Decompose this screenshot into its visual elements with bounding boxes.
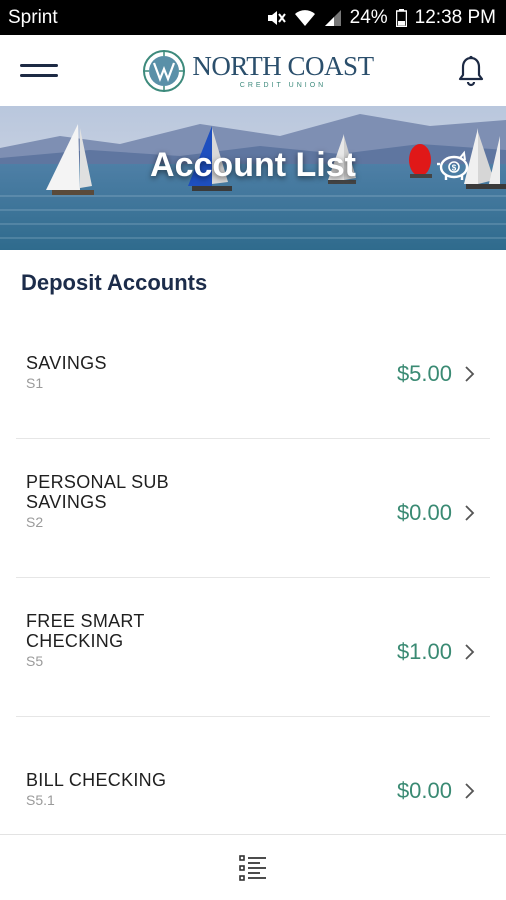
carrier-label: Sprint <box>8 6 58 28</box>
account-row-savings[interactable]: SAVINGS S1 $5.00 <box>0 300 506 439</box>
account-row-free-smart-checking[interactable]: FREE SMART CHECKING S5 $1.00 <box>0 578 506 717</box>
battery-icon <box>395 8 407 27</box>
logo-name: NORTH COAST <box>192 50 374 81</box>
account-balance: $1.00 <box>396 639 452 664</box>
status-bar: Sprint 24% 12:38 PM <box>0 0 506 35</box>
chevron-right-icon <box>465 644 475 660</box>
account-balance: $5.00 <box>396 361 452 386</box>
account-id: S5.1 <box>26 792 55 808</box>
account-list-banner: Account List $ <box>0 106 506 250</box>
bell-icon[interactable] <box>456 55 486 87</box>
account-balance: $0.00 <box>396 778 452 803</box>
chevron-right-icon <box>465 366 475 382</box>
app-header: NORTH COAST CREDIT UNION <box>0 35 506 106</box>
section-title: Deposit Accounts <box>21 270 208 295</box>
account-id: S1 <box>26 375 44 391</box>
chevron-right-icon <box>465 505 475 521</box>
status-icons: 24% 12:38 PM <box>266 7 496 29</box>
chevron-right-icon <box>465 783 475 799</box>
battery-percent: 24% <box>349 6 388 28</box>
bottom-bar <box>0 834 506 900</box>
account-id: S2 <box>26 514 44 530</box>
signal-icon <box>324 9 341 26</box>
svg-text:$: $ <box>452 164 457 173</box>
account-balance: $0.00 <box>396 500 452 525</box>
account-name: PERSONAL SUB SAVINGS <box>26 472 169 512</box>
logo-compass-icon <box>143 49 186 92</box>
clock: 12:38 PM <box>414 6 496 28</box>
logo: NORTH COAST CREDIT UNION <box>142 49 374 93</box>
account-name: SAVINGS <box>26 353 107 373</box>
list-icon[interactable] <box>239 854 267 881</box>
account-row-personal-sub-savings[interactable]: PERSONAL SUB SAVINGS S2 $0.00 <box>0 439 506 578</box>
account-id: S5 <box>26 653 44 669</box>
wifi-icon <box>294 9 315 26</box>
hamburger-icon[interactable] <box>20 51 60 91</box>
logo-subtitle: CREDIT UNION <box>239 81 327 89</box>
piggy-bank-icon: $ <box>437 150 469 180</box>
account-name: FREE SMART CHECKING <box>26 611 145 651</box>
mute-icon <box>267 10 286 25</box>
logo-text: NORTH COAST CREDIT UNION <box>192 50 374 89</box>
page-title: Account List <box>150 146 356 184</box>
account-name: BILL CHECKING <box>26 770 167 790</box>
